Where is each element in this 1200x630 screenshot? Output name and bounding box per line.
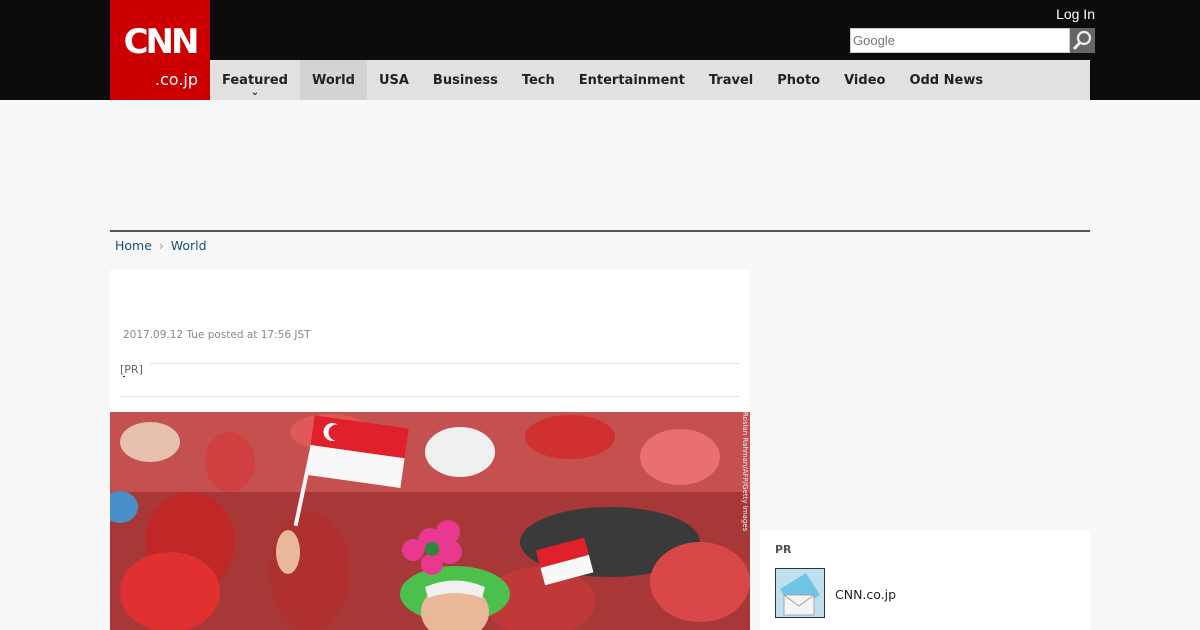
nav-item-label: Entertainment	[578, 72, 685, 88]
logo-sub: .co.jp	[154, 70, 198, 89]
nav-item-usa[interactable]: USA	[367, 60, 421, 100]
search-button[interactable]	[1070, 28, 1095, 53]
nav-item-odd-news[interactable]: Odd News	[897, 60, 995, 100]
chevron-down-icon: ⌄	[250, 87, 260, 98]
nav-item-featured[interactable]: Featured ⌄	[210, 60, 300, 100]
photo-credit: Roslan Rahman/AFP/Getty Images	[741, 412, 749, 532]
article-card: 2017.09.12 Tue posted at 17:56 JST [PR]	[110, 270, 750, 630]
search-input[interactable]	[850, 28, 1070, 53]
article-photo: Roslan Rahman/AFP/Getty Images	[110, 412, 750, 630]
nav-item-label: World	[311, 72, 355, 88]
nav-item-entertainment[interactable]: Entertainment	[567, 60, 697, 100]
nav-item-label: Video	[844, 72, 886, 88]
nav-item-label: Business	[432, 72, 498, 88]
nav-item-tech[interactable]: Tech	[510, 60, 567, 100]
pr-divider	[150, 363, 740, 364]
cnn-logo[interactable]: CNN .co.jp	[110, 0, 210, 100]
section-divider	[110, 230, 1090, 232]
nav-item-label: USA	[378, 72, 409, 88]
ad-placeholder	[110, 100, 1090, 230]
breadcrumb-home[interactable]: Home	[115, 238, 152, 253]
content-divider	[120, 396, 740, 397]
nav-item-label: Photo	[777, 72, 821, 88]
sidebar-pr-box: PR CNN.co.jp	[760, 530, 1090, 630]
sidebar-pr-link[interactable]: CNN.co.jp	[835, 587, 896, 602]
mail-icon[interactable]	[775, 568, 825, 618]
main-nav: Featured ⌄ World USA Business Tech Enter…	[210, 60, 1090, 100]
crowd-photo-illustration	[110, 412, 750, 630]
nav-item-travel[interactable]: Travel	[697, 60, 765, 100]
breadcrumb-world[interactable]: World	[171, 238, 207, 253]
pr-label: [PR]	[120, 363, 149, 376]
nav-item-label: Tech	[521, 72, 555, 88]
nav-item-label: Featured	[222, 72, 288, 88]
search-icon	[1072, 30, 1092, 51]
logo-text: CNN	[123, 22, 200, 62]
nav-item-business[interactable]: Business	[421, 60, 510, 100]
nav-item-label: Odd News	[909, 72, 984, 88]
pr-row: [PR]	[120, 358, 740, 378]
chevron-right-icon: ›	[158, 238, 164, 253]
nav-item-photo[interactable]: Photo	[765, 60, 832, 100]
sidebar-pr-title: PR	[775, 543, 792, 556]
nav-item-video[interactable]: Video	[832, 60, 897, 100]
login-link[interactable]: Log In	[1056, 6, 1095, 22]
nav-item-world[interactable]: World	[299, 60, 367, 100]
nav-item-label: Travel	[708, 72, 754, 88]
article-dateline: 2017.09.12 Tue posted at 17:56 JST	[123, 329, 311, 341]
breadcrumb: Home › World	[115, 238, 207, 253]
